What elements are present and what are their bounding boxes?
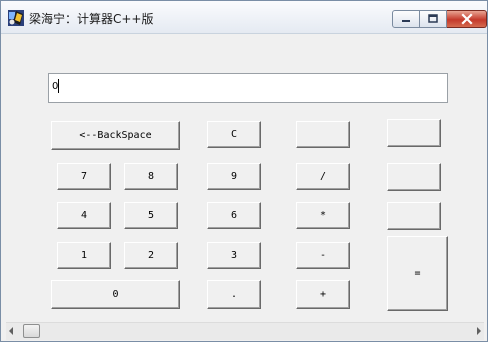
divide-button[interactable]: / bbox=[296, 163, 350, 190]
horizontal-scrollbar[interactable] bbox=[6, 322, 484, 340]
maximize-icon bbox=[428, 14, 438, 23]
equals-button[interactable]: = bbox=[387, 236, 448, 311]
digit-8-button[interactable]: 8 bbox=[124, 163, 178, 190]
title-bar[interactable]: 梁海宁：计算器C++版 bbox=[1, 1, 487, 34]
digit-3-button[interactable]: 3 bbox=[207, 242, 261, 269]
multiply-button[interactable]: * bbox=[296, 202, 350, 229]
subtract-button[interactable]: - bbox=[296, 242, 350, 269]
close-icon bbox=[460, 13, 473, 25]
window-title: 梁海宁：计算器C++版 bbox=[29, 12, 154, 26]
text-caret bbox=[58, 79, 59, 93]
clear-button[interactable]: C bbox=[207, 121, 261, 148]
minimize-icon bbox=[402, 20, 410, 22]
calculator-window: 梁海宁：计算器C++版 0 <--BackSpace C 7 8 9 / 4 5… bbox=[0, 0, 488, 342]
digit-1-button[interactable]: 1 bbox=[57, 242, 111, 269]
digit-7-button[interactable]: 7 bbox=[57, 163, 111, 190]
digit-4-button[interactable]: 4 bbox=[57, 202, 111, 229]
blank-button-r1c4[interactable] bbox=[296, 121, 350, 148]
blank-button-r1c5[interactable] bbox=[387, 119, 441, 147]
digit-2-button[interactable]: 2 bbox=[124, 242, 178, 269]
calculator-display[interactable]: 0 bbox=[48, 73, 448, 103]
minimize-button[interactable] bbox=[392, 10, 420, 28]
digit-9-button[interactable]: 9 bbox=[207, 163, 261, 190]
calculator-app-icon[interactable] bbox=[8, 10, 24, 26]
blank-button-r3c5[interactable] bbox=[387, 202, 441, 230]
digit-0-button[interactable]: 0 bbox=[51, 280, 180, 309]
maximize-button[interactable] bbox=[420, 10, 447, 28]
scroll-left-icon[interactable] bbox=[9, 327, 13, 335]
close-button[interactable] bbox=[447, 10, 487, 28]
scrollbar-thumb[interactable] bbox=[23, 324, 40, 338]
blank-button-r2c5[interactable] bbox=[387, 163, 441, 191]
digit-5-button[interactable]: 5 bbox=[124, 202, 178, 229]
scroll-right-icon[interactable] bbox=[477, 327, 481, 335]
backspace-button[interactable]: <--BackSpace bbox=[51, 121, 180, 150]
add-button[interactable]: + bbox=[296, 280, 350, 309]
decimal-button[interactable]: . bbox=[207, 280, 261, 309]
digit-6-button[interactable]: 6 bbox=[207, 202, 261, 229]
